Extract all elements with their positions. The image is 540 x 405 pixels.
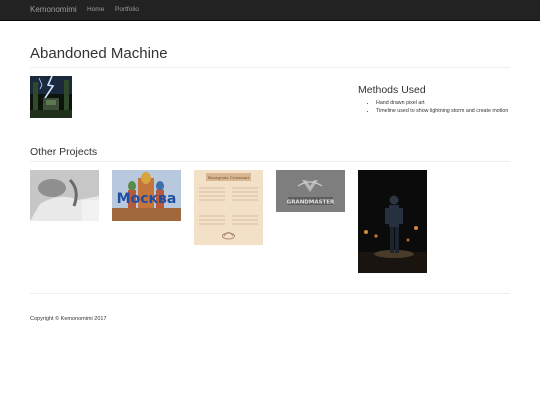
methods-used-heading: Methods Used <box>358 84 426 96</box>
project-thumbnail-1[interactable] <box>30 170 99 221</box>
methods-list-item: Hand drawn pixel art <box>376 100 516 107</box>
grayscale-photo-thumbnail <box>30 170 99 221</box>
nav-portfolio-link[interactable]: Portfolio <box>115 6 139 13</box>
project-thumbnail-4[interactable]: GRANDMASTER <box>276 170 345 212</box>
other-projects-divider <box>30 161 510 162</box>
vintage-menu-thumbnail: Bourgeois Croissant <box>194 170 263 245</box>
top-navbar: Kemonomimi Home Portfolio <box>0 0 540 21</box>
project-thumbnail-3[interactable]: Bourgeois Croissant <box>194 170 263 245</box>
methods-list-item: Timeline used to show lightning storm an… <box>376 108 516 115</box>
other-projects-heading: Other Projects <box>30 146 98 158</box>
moscow-text: Москва <box>117 191 177 207</box>
title-divider <box>30 67 510 68</box>
project-main-image <box>30 76 72 118</box>
footer-divider <box>30 293 510 294</box>
brand-link[interactable]: Kemonomimi <box>30 5 77 14</box>
logo-word-text: GRANDMASTER <box>287 200 335 206</box>
methods-list: Hand drawn pixel art Timeline used to sh… <box>376 100 516 116</box>
engraved-logo-thumbnail: GRANDMASTER <box>276 170 345 212</box>
footer-copyright: Copyright © Kemonomimi 2017 <box>30 316 107 322</box>
nav-home-link[interactable]: Home <box>87 6 104 13</box>
page-title: Abandoned Machine <box>30 45 168 62</box>
menu-title-text: Bourgeois Croissant <box>208 175 250 180</box>
project-thumbnail-5[interactable] <box>358 170 427 273</box>
abandoned-machine-pixel-art <box>30 76 72 118</box>
project-thumbnail-2[interactable]: Москва <box>112 170 181 221</box>
figure-on-stage-thumbnail <box>358 170 427 273</box>
moscow-cathedral-thumbnail: Москва <box>112 170 181 221</box>
